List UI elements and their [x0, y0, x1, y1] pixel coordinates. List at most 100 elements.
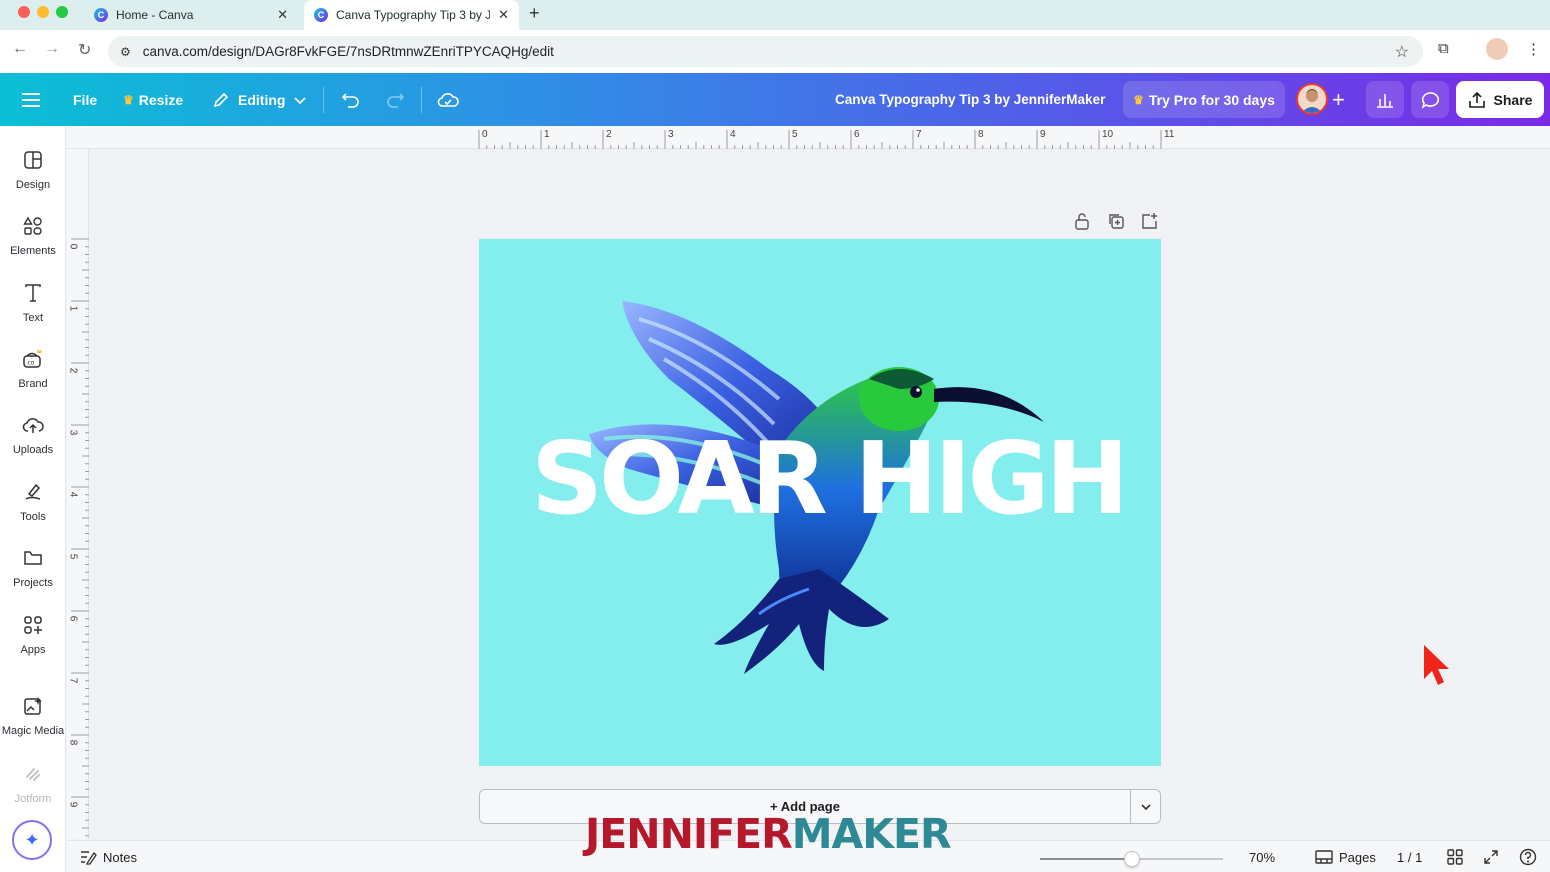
- sidebar-item-label: Text: [22, 312, 44, 324]
- sidebar-item-magic-media[interactable]: Magic Media: [0, 694, 66, 737]
- ruler-number: 6: [67, 615, 79, 622]
- browser-tab-home[interactable]: C Home - Canva ✕: [84, 0, 298, 30]
- pages-button[interactable]: Pages: [1315, 841, 1376, 872]
- invite-button[interactable]: +: [1332, 73, 1345, 126]
- try-pro-button[interactable]: ♛ Try Pro for 30 days: [1123, 81, 1285, 118]
- undo-button[interactable]: [341, 73, 361, 126]
- resize-button[interactable]: ♛ Resize: [123, 73, 183, 126]
- grid-view-button[interactable]: [1447, 841, 1463, 872]
- pencil-icon: [213, 92, 229, 107]
- ruler-number: 2: [67, 367, 79, 374]
- sidebar-item-design[interactable]: Design: [0, 148, 66, 191]
- tab-search-icon[interactable]: ⧉: [1438, 40, 1449, 57]
- bar-chart-icon: [1377, 93, 1393, 108]
- cloud-check-icon: [437, 92, 459, 107]
- ruler-number: 7: [916, 129, 922, 140]
- sidebar-item-jotform[interactable]: Jotform: [0, 762, 66, 805]
- ruler-number: 4: [730, 129, 736, 140]
- profile-avatar-icon[interactable]: [1486, 38, 1508, 60]
- fullscreen-button[interactable]: [1483, 841, 1499, 872]
- back-arrow-icon[interactable]: ←: [12, 40, 28, 58]
- apps-icon: [23, 613, 43, 637]
- elements-icon: [23, 214, 43, 238]
- design-page[interactable]: SOAR HIGH: [479, 239, 1161, 766]
- close-window-button[interactable]: [18, 6, 30, 18]
- sidebar-item-label: Uploads: [12, 444, 54, 456]
- new-tab-button[interactable]: +: [529, 3, 540, 24]
- design-title[interactable]: Canva Typography Tip 3 by JenniferMaker: [835, 73, 1105, 126]
- share-button[interactable]: Share: [1456, 81, 1544, 118]
- canva-assistant-button[interactable]: ✦: [12, 820, 52, 860]
- ruler-number: 4: [67, 491, 79, 498]
- zoom-slider[interactable]: [1040, 851, 1223, 867]
- close-tab-icon[interactable]: ✕: [277, 7, 288, 23]
- ruler-number: 3: [668, 129, 674, 140]
- ruler-number: 9: [67, 801, 79, 808]
- zoom-percent-button[interactable]: 70%: [1249, 841, 1275, 872]
- editing-label: Editing: [238, 91, 286, 108]
- sidebar-item-label: Elements: [10, 245, 56, 257]
- sidebar-item-uploads[interactable]: Uploads: [0, 413, 66, 456]
- sidebar-item-projects[interactable]: Projects: [0, 546, 66, 589]
- design-icon: [23, 148, 43, 172]
- canva-favicon-icon: C: [94, 8, 108, 22]
- crown-icon: ♛: [123, 92, 134, 107]
- ruler-number: 9: [1040, 129, 1046, 140]
- site-settings-icon[interactable]: ⚙: [120, 45, 131, 59]
- ruler-number: 7: [67, 677, 79, 684]
- sidebar-item-label: Jotform: [14, 793, 52, 805]
- plus-icon: +: [1332, 86, 1345, 112]
- file-menu-button[interactable]: File: [73, 73, 97, 126]
- jennifermaker-watermark: JENNIFERMAKER: [585, 814, 952, 855]
- sidebar-item-apps[interactable]: Apps: [0, 613, 66, 656]
- maximize-window-button[interactable]: [56, 6, 68, 18]
- watermark-part-2: MAKER: [791, 810, 952, 858]
- redo-button[interactable]: [385, 73, 405, 126]
- tools-icon: [23, 480, 43, 504]
- duplicate-page-icon[interactable]: [1107, 212, 1125, 233]
- browser-tab-bar: C Home - Canva ✕ C Canva Typography Tip …: [0, 0, 1550, 30]
- browser-tab-design[interactable]: C Canva Typography Tip 3 by J ✕: [304, 0, 519, 30]
- zoom-slider-handle[interactable]: [1123, 851, 1140, 867]
- sidebar-item-elements[interactable]: Elements: [0, 214, 66, 257]
- ruler-number: 8: [978, 129, 984, 140]
- url-text[interactable]: canva.com/design/DAGr8FvkFGE/7nsDRtmnwZE…: [143, 44, 554, 59]
- user-avatar[interactable]: [1296, 83, 1328, 115]
- editing-mode-dropdown[interactable]: Editing: [212, 73, 307, 126]
- minimize-window-button[interactable]: [37, 6, 49, 18]
- brand-icon: co: [21, 347, 45, 371]
- browser-menu-icon[interactable]: ⋮: [1526, 40, 1541, 58]
- sidebar-item-text[interactable]: Text: [0, 281, 66, 324]
- ruler-number: 11: [1164, 129, 1175, 140]
- notes-icon: [81, 851, 97, 865]
- forward-arrow-icon[interactable]: →: [44, 40, 60, 58]
- comments-button[interactable]: [1411, 81, 1449, 118]
- pages-label: Pages: [1339, 849, 1376, 865]
- hamburger-menu-icon: [22, 92, 40, 107]
- sidebar-item-tools[interactable]: Tools: [0, 480, 66, 523]
- add-page-icon[interactable]: [1140, 212, 1158, 233]
- ruler-number: 2: [606, 129, 612, 140]
- magic-media-icon: [23, 694, 43, 718]
- sidebar-item-brand[interactable]: co Brand: [0, 347, 66, 390]
- close-tab-icon[interactable]: ✕: [498, 7, 509, 23]
- reload-icon[interactable]: ↻: [78, 40, 91, 60]
- address-bar-row: ← → ↻ ⚙ canva.com/design/DAGr8FvkFGE/7ns…: [0, 30, 1550, 73]
- headline-text[interactable]: SOAR HIGH: [531, 429, 1129, 529]
- help-button[interactable]: [1519, 841, 1537, 872]
- add-page-options-button[interactable]: [1130, 789, 1161, 824]
- lock-page-icon[interactable]: [1074, 212, 1090, 233]
- ruler-number: 0: [67, 243, 79, 250]
- bookmark-star-icon[interactable]: ☆: [1395, 42, 1409, 62]
- save-status-button[interactable]: [437, 73, 459, 126]
- crown-icon: ♛: [1133, 92, 1144, 107]
- try-pro-label: Try Pro for 30 days: [1148, 91, 1275, 108]
- editor-toolbar: File ♛ Resize Editing Canva Typography T…: [0, 73, 1550, 126]
- omnibox[interactable]: ⚙ canva.com/design/DAGr8FvkFGE/7nsDRtmnw…: [108, 36, 1423, 67]
- main-menu-button[interactable]: [22, 73, 42, 126]
- ruler-number: 8: [67, 739, 79, 746]
- notes-button[interactable]: Notes: [79, 841, 137, 872]
- help-icon: [1519, 848, 1537, 866]
- insights-button[interactable]: [1366, 81, 1404, 118]
- toolbar-divider: [421, 87, 422, 113]
